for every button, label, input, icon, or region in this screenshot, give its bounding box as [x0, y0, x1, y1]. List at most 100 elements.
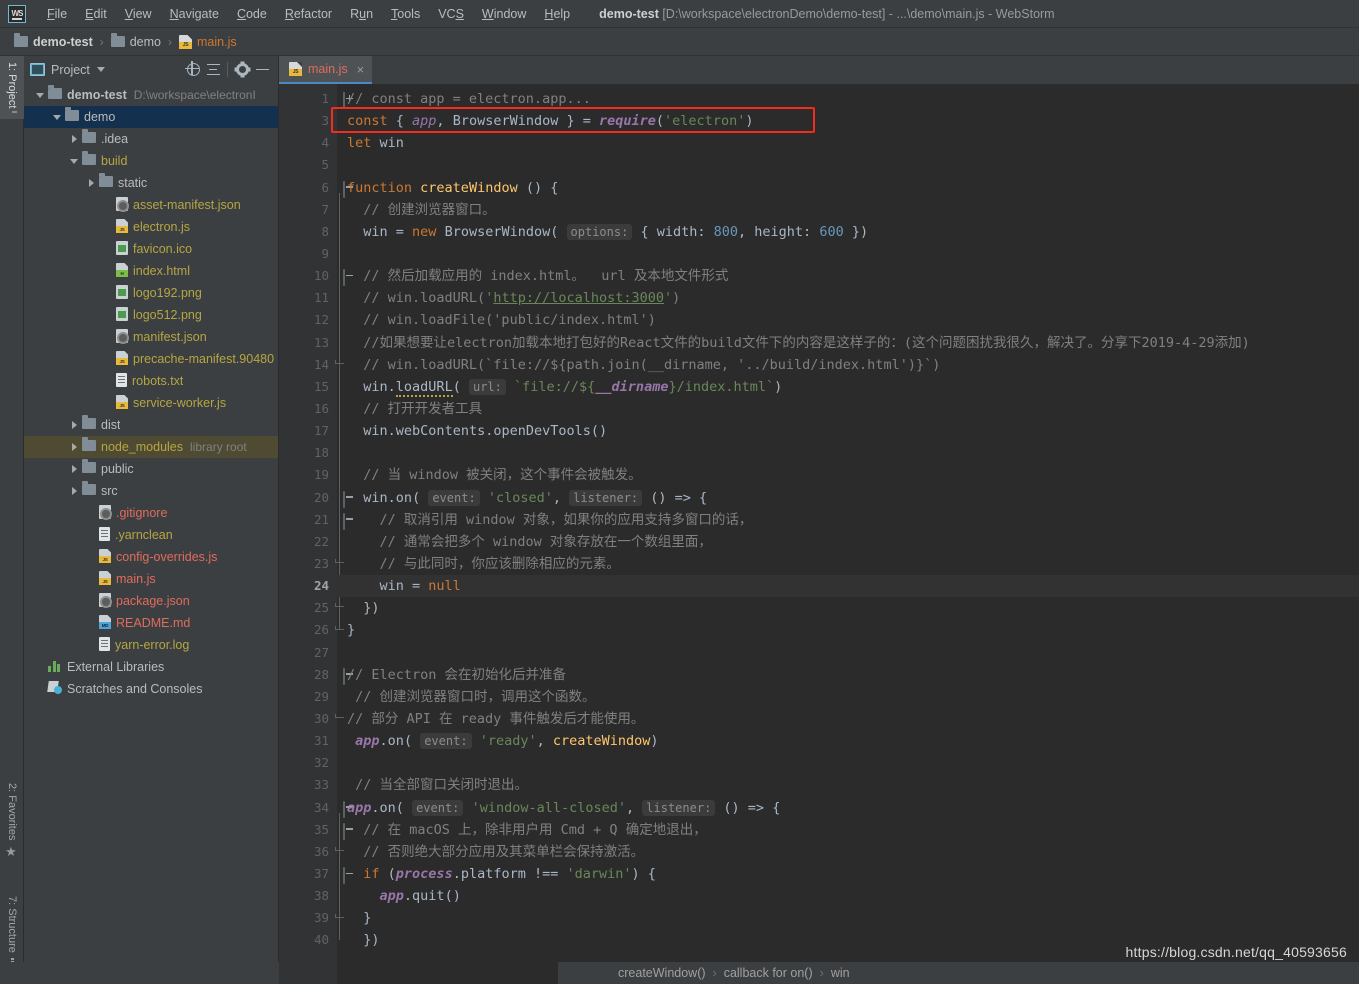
- menu-item-tools[interactable]: Tools: [382, 4, 429, 24]
- code-line[interactable]: // 创建浏览器窗口。: [337, 199, 1359, 221]
- tree-node-electron.js[interactable]: JS electron.js: [24, 216, 278, 238]
- locate-target-icon[interactable]: [183, 60, 203, 80]
- close-icon[interactable]: ×: [357, 62, 365, 77]
- menu-item-vcs[interactable]: VCS: [429, 4, 473, 24]
- code-line[interactable]: function createWindow () {: [337, 177, 1359, 199]
- tree-node-package.json[interactable]: package.json: [24, 590, 278, 612]
- menu-item-file[interactable]: File: [38, 4, 76, 24]
- tree-node-precache-manifest.904803[interactable]: JS precache-manifest.904803: [24, 348, 278, 370]
- code-line[interactable]: //如果想要让electron加载本地打包好的React文件的build文件下的…: [337, 332, 1359, 354]
- code-line[interactable]: }: [337, 619, 1359, 641]
- code-line[interactable]: // const app = electron.app...: [337, 88, 1359, 110]
- code-line[interactable]: let win: [337, 132, 1359, 154]
- tree-node-robots.txt[interactable]: robots.txt: [24, 370, 278, 392]
- code-line[interactable]: // 当全部窗口关闭时退出。: [337, 774, 1359, 796]
- tree-node-asset-manifest.json[interactable]: asset-manifest.json: [24, 194, 278, 216]
- tree-node-dist[interactable]: dist: [24, 414, 278, 436]
- tree-node-public[interactable]: public: [24, 458, 278, 480]
- code-line[interactable]: app.quit(): [337, 885, 1359, 907]
- tree-node-demo-test[interactable]: demo-test D:\workspace\electronI: [24, 84, 278, 106]
- code-line[interactable]: // 打开开发者工具: [337, 398, 1359, 420]
- menu-item-code[interactable]: Code: [228, 4, 276, 24]
- tree-node-.gitignore[interactable]: .gitignore: [24, 502, 278, 524]
- tree-node-logo192.png[interactable]: logo192.png: [24, 282, 278, 304]
- code-line[interactable]: win = new BrowserWindow( options: { widt…: [337, 221, 1359, 243]
- code-line[interactable]: // 否则绝大部分应用及其菜单栏会保持激活。: [337, 841, 1359, 863]
- chevron-right-icon[interactable]: [68, 487, 80, 495]
- code-line[interactable]: app.on( event: 'window-all-closed', list…: [337, 797, 1359, 819]
- menu-item-edit[interactable]: Edit: [76, 4, 116, 24]
- tree-node-config-overrides.js[interactable]: JS config-overrides.js: [24, 546, 278, 568]
- code-line[interactable]: // 与此同时，你应该删除相应的元素。: [337, 553, 1359, 575]
- code-line[interactable]: // 创建浏览器窗口时，调用这个函数。: [337, 686, 1359, 708]
- project-file-tree[interactable]: demo-test D:\workspace\electronI demo .idea…: [24, 83, 278, 984]
- code-line[interactable]: if (process.platform !== 'darwin') {: [337, 863, 1359, 885]
- collapse-all-icon[interactable]: [203, 60, 223, 80]
- tree-node-README.md[interactable]: MD README.md: [24, 612, 278, 634]
- code-line[interactable]: // 在 macOS 上，除非用户用 Cmd + Q 确定地退出，: [337, 819, 1359, 841]
- menu-item-run[interactable]: Run: [341, 4, 382, 24]
- code-line[interactable]: [337, 752, 1359, 774]
- tree-node-demo[interactable]: demo: [24, 106, 278, 128]
- sidebar-tab-project[interactable]: 1: Project: [0, 56, 24, 120]
- tree-node-node_modules[interactable]: node_modules library root: [24, 436, 278, 458]
- chevron-right-icon[interactable]: [68, 135, 80, 143]
- chevron-down-icon[interactable]: [34, 92, 46, 98]
- chevron-right-icon[interactable]: [68, 465, 80, 473]
- code-line[interactable]: // win.loadURL('http://localhost:3000'): [337, 287, 1359, 309]
- chevron-right-icon[interactable]: [68, 421, 80, 429]
- menu-item-window[interactable]: Window: [473, 4, 535, 24]
- menu-item-navigate[interactable]: Navigate: [161, 4, 228, 24]
- breadcrumb-item-main.js[interactable]: main.js: [179, 34, 237, 49]
- code-line[interactable]: win.webContents.openDevTools(): [337, 420, 1359, 442]
- tree-node-build[interactable]: build: [24, 150, 278, 172]
- code-content[interactable]: // const app = electron.app... const { ap…: [337, 84, 1359, 984]
- code-line[interactable]: }): [337, 597, 1359, 619]
- code-line[interactable]: }: [337, 907, 1359, 929]
- code-line[interactable]: // 当 window 被关闭，这个事件会被触发。: [337, 464, 1359, 486]
- menu-item-view[interactable]: View: [116, 4, 161, 24]
- code-editor[interactable]: 1 3 4 5 6 7 8 9 10 11 12 13 14 15 16 17 18 19 20 21 22 23 24 25…: [279, 84, 1359, 984]
- code-line[interactable]: // 取消引用 window 对象，如果你的应用支持多窗口的话，: [337, 509, 1359, 531]
- code-line[interactable]: // 部分 API 在 ready 事件触发后才能使用。: [337, 708, 1359, 730]
- code-line[interactable]: // win.loadURL(`file://${path.join(__dir…: [337, 354, 1359, 376]
- chevron-down-icon[interactable]: [68, 158, 80, 164]
- code-line[interactable]: // win.loadFile('public/index.html'): [337, 309, 1359, 331]
- tree-node-manifest.json[interactable]: manifest.json: [24, 326, 278, 348]
- chevron-down-icon[interactable]: [96, 67, 105, 72]
- menu-item-refactor[interactable]: Refactor: [276, 4, 341, 24]
- tree-node-static[interactable]: static: [24, 172, 278, 194]
- code-line[interactable]: win.loadURL( url: `file://${__dirname}/i…: [337, 376, 1359, 398]
- breadcrumb-item-demo-test[interactable]: demo-test: [14, 33, 93, 49]
- code-line[interactable]: [337, 442, 1359, 464]
- code-line[interactable]: const { app, BrowserWindow } = require('…: [337, 110, 1359, 132]
- code-line[interactable]: // Electron 会在初始化后并准备: [337, 664, 1359, 686]
- gear-icon[interactable]: [232, 60, 252, 80]
- tree-node-favicon.ico[interactable]: favicon.ico: [24, 238, 278, 260]
- tree-node-logo512.png[interactable]: logo512.png: [24, 304, 278, 326]
- tree-node-index.html[interactable]: Hindex.html: [24, 260, 278, 282]
- tree-node-main.js[interactable]: JS main.js: [24, 568, 278, 590]
- chevron-right-icon[interactable]: [68, 443, 80, 451]
- chevron-right-icon[interactable]: [85, 179, 97, 187]
- code-line[interactable]: [337, 642, 1359, 664]
- tree-node-.idea[interactable]: .idea: [24, 128, 278, 150]
- breadcrumb-part[interactable]: createWindow(): [618, 966, 706, 980]
- code-line[interactable]: win = null: [337, 575, 1359, 598]
- code-line[interactable]: // 通常会把多个 window 对象存放在一个数组里面，: [337, 531, 1359, 553]
- tree-node-Scratches-and-Consoles[interactable]: Scratches and Consoles: [24, 678, 278, 700]
- tree-node-service-worker.js[interactable]: JS service-worker.js: [24, 392, 278, 414]
- chevron-down-icon[interactable]: [51, 114, 63, 120]
- tree-node-.yarnclean[interactable]: .yarnclean: [24, 524, 278, 546]
- code-line[interactable]: // 然后加载应用的 index.html。 url 及本地文件形式: [337, 265, 1359, 287]
- menu-item-help[interactable]: Help: [535, 4, 579, 24]
- breadcrumb-part[interactable]: win: [831, 966, 850, 980]
- sidebar-tab-favorites[interactable]: 2: Favorites ★: [0, 777, 24, 866]
- code-line[interactable]: [337, 243, 1359, 265]
- breadcrumb-part[interactable]: callback for on(): [724, 966, 813, 980]
- breadcrumb-item-demo[interactable]: demo: [110, 33, 161, 49]
- tree-node-External-Libraries[interactable]: External Libraries: [24, 656, 278, 678]
- code-line[interactable]: win.on( event: 'closed', listener: () =>…: [337, 487, 1359, 509]
- tree-node-yarn-error.log[interactable]: yarn-error.log: [24, 634, 278, 656]
- editor-tab-main-js[interactable]: main.js ×: [279, 56, 373, 84]
